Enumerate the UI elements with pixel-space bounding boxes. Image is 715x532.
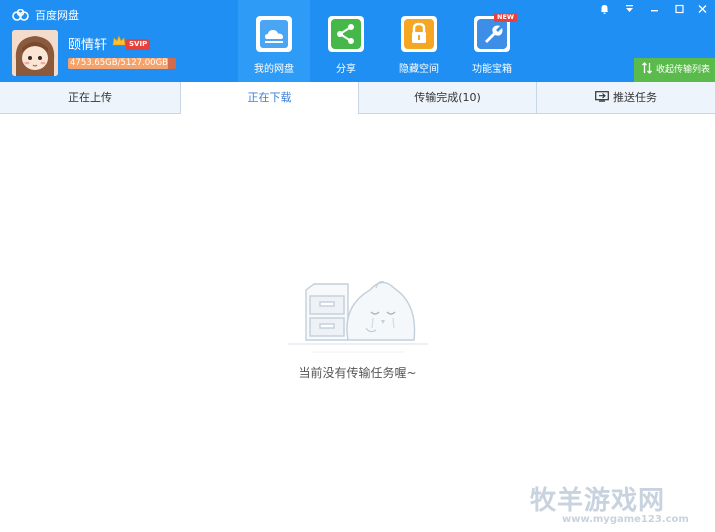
tab-downloading-label: 正在下载 [247, 91, 292, 104]
minimize-icon[interactable] [642, 0, 667, 18]
nav-my-drive[interactable]: 我的网盘 [238, 0, 310, 82]
lock-icon [401, 16, 437, 52]
push-task-icon [595, 91, 609, 102]
tab-push-tasks-label: 推送任务 [613, 91, 657, 104]
nav-hidden-space[interactable]: 隐藏空间 [383, 0, 455, 82]
transfer-tabs: 正在上传 正在下载 传输完成(10) 推送任务 [0, 82, 715, 114]
watermark-url: www.mygame123.com [562, 514, 689, 525]
tab-downloading[interactable]: 正在下载 [181, 82, 359, 114]
app-title-text: 百度网盘 [35, 9, 79, 22]
storage-quota-bar: 4753.65GB/5127.00GB [68, 58, 176, 69]
baidu-cloud-logo-icon [12, 9, 29, 21]
tab-push-tasks[interactable]: 推送任务 [537, 82, 715, 113]
username[interactable]: 颐情轩 [68, 34, 107, 53]
nav-share-label: 分享 [336, 64, 356, 75]
bell-icon[interactable] [592, 0, 617, 18]
nav-toolbox[interactable]: NEW 功能宝箱 [456, 0, 528, 82]
title-bar: 百度网盘 颐情轩 SVIP 4753.65GB/5127.00GB 我的网盘 分… [0, 0, 715, 82]
cloud-drive-icon [256, 16, 292, 52]
nav-share[interactable]: 分享 [310, 0, 382, 82]
storage-quota-text: 4753.65GB/5127.00GB [70, 58, 168, 68]
empty-state-illustration [288, 280, 428, 353]
app-title: 百度网盘 [12, 7, 79, 23]
collapse-arrows-icon [642, 62, 652, 74]
nav-hidden-space-label: 隐藏空间 [399, 64, 439, 75]
empty-state-message: 当前没有传输任务喔~ [298, 366, 417, 380]
close-icon[interactable] [690, 0, 715, 18]
collapse-transfer-list-button[interactable]: 收起传输列表 [634, 58, 715, 82]
share-icon [328, 16, 364, 52]
svip-badge: SVIP [126, 39, 151, 50]
tab-uploading[interactable]: 正在上传 [0, 82, 181, 113]
tab-completed-label: 传输完成(10) [414, 91, 481, 104]
crown-icon [112, 35, 126, 46]
tab-completed[interactable]: 传输完成(10) [359, 82, 537, 113]
dropdown-icon[interactable] [617, 0, 642, 18]
tab-uploading-label: 正在上传 [68, 91, 112, 104]
avatar[interactable] [12, 30, 58, 76]
collapse-label: 收起传输列表 [656, 65, 711, 75]
nav-toolbox-label: 功能宝箱 [472, 64, 512, 75]
new-badge: NEW [494, 13, 518, 22]
maximize-icon[interactable] [667, 0, 692, 18]
nav-my-drive-label: 我的网盘 [254, 64, 294, 75]
watermark-text: 牧羊游戏网 [530, 486, 666, 516]
